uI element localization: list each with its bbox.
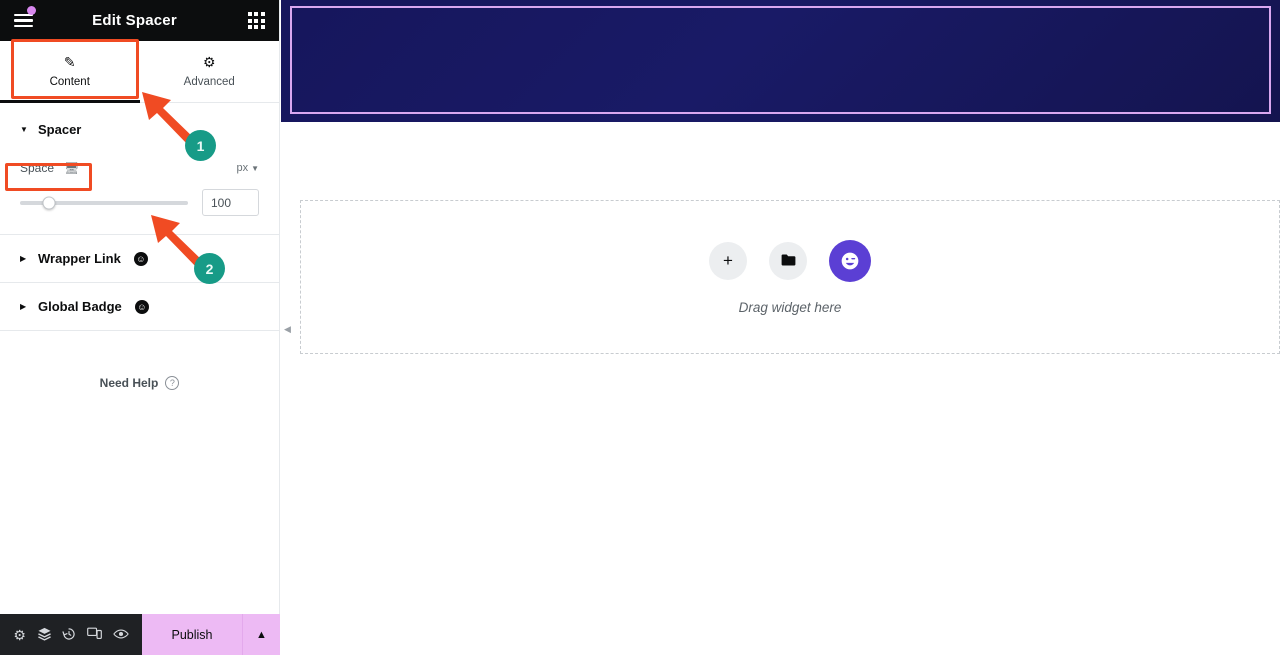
space-slider[interactable] xyxy=(20,196,188,209)
ai-face-icon xyxy=(841,252,859,269)
chevron-up-icon: ▲ xyxy=(256,628,267,641)
dropzone-label: Drag widget here xyxy=(738,299,842,315)
chevron-down-icon: ▼ xyxy=(251,163,259,173)
folder-templates-button[interactable] xyxy=(769,241,807,280)
page-title: Edit Spacer xyxy=(92,12,177,29)
panel-footer: ⚙ Publish ▲ xyxy=(0,614,280,655)
panel-tabs: ✎ Content ⚙ Advanced xyxy=(0,41,279,103)
space-label: Space xyxy=(20,161,55,175)
folder-icon xyxy=(781,254,795,266)
hamburger-menu-button[interactable] xyxy=(0,0,46,41)
section-header-wrapper-link[interactable]: ▶ Wrapper Link ☺ xyxy=(0,235,279,283)
gear-icon: ⚙ xyxy=(202,54,216,70)
question-mark-icon: ? xyxy=(165,376,180,390)
footer-icon-bar: ⚙ xyxy=(0,614,142,655)
unit-label: px xyxy=(236,162,249,174)
space-slider-row xyxy=(20,189,259,216)
tab-content[interactable]: ✎ Content xyxy=(0,41,140,103)
elementor-pro-badge-icon: ☺ xyxy=(133,251,148,266)
need-help-link[interactable]: Need Help ? xyxy=(0,376,279,390)
section-title-spacer: Spacer xyxy=(38,121,82,137)
chevron-down-icon: ▼ xyxy=(20,124,28,134)
spacer-controls: Space 🖥 px ▼ xyxy=(0,147,279,235)
slider-thumb[interactable] xyxy=(42,196,56,209)
chevron-right-icon: ▶ xyxy=(20,302,27,311)
add-widget-button[interactable]: + xyxy=(709,241,747,280)
panel-header: Edit Spacer xyxy=(0,0,279,41)
elementor-ai-button[interactable] xyxy=(829,239,871,282)
plus-icon: + xyxy=(723,251,733,270)
section-header-global-badge[interactable]: ▶ Global Badge ☺ xyxy=(0,283,279,331)
pencil-icon: ✎ xyxy=(63,54,76,70)
section-title-global-badge: Global Badge xyxy=(38,299,122,314)
dropzone-buttons: + xyxy=(709,239,871,282)
need-help-label: Need Help xyxy=(99,376,159,390)
responsive-mode-icon[interactable] xyxy=(87,627,102,642)
hamburger-menu-icon xyxy=(13,13,33,28)
section-header-spacer[interactable]: ▼ Spacer xyxy=(0,103,279,147)
editor-panel: Edit Spacer ✎ Content ⚙ Advanced ▼ Space… xyxy=(0,0,280,655)
publish-label: Publish xyxy=(171,627,213,642)
panel-collapse-button[interactable]: ◀ xyxy=(280,310,295,348)
publish-options-button[interactable]: ▲ xyxy=(242,614,280,655)
widgets-panel-button[interactable] xyxy=(233,0,279,41)
publish-button[interactable]: Publish xyxy=(142,614,242,655)
tab-advanced[interactable]: ⚙ Advanced xyxy=(139,41,279,102)
space-value-input[interactable] xyxy=(202,189,259,216)
hero-section[interactable] xyxy=(281,0,1280,122)
notification-dot xyxy=(27,6,36,15)
editor-canvas: + Drag widget here xyxy=(281,0,1280,655)
chevron-right-icon: ▶ xyxy=(20,254,27,263)
tab-content-label: Content xyxy=(49,76,90,88)
widgets-grid-icon xyxy=(247,12,265,29)
widget-dropzone[interactable]: + Drag widget here xyxy=(300,200,1280,354)
selected-element-outline xyxy=(290,6,1271,114)
space-control-labels: Space 🖥 px ▼ xyxy=(20,155,259,181)
navigator-layers-icon[interactable] xyxy=(37,627,52,643)
settings-icon[interactable]: ⚙ xyxy=(13,628,26,642)
chevron-left-icon: ◀ xyxy=(284,323,291,334)
elementor-editor: + Drag widget here Edit Spacer ✎ Content… xyxy=(0,0,1280,655)
section-title-wrapper-link: Wrapper Link xyxy=(38,251,121,266)
tab-advanced-label: Advanced xyxy=(183,76,235,88)
elementor-pro-badge-icon: ☺ xyxy=(134,299,149,314)
unit-selector[interactable]: px ▼ xyxy=(236,162,259,174)
desktop-icon[interactable]: 🖥 xyxy=(64,162,79,174)
history-icon[interactable] xyxy=(62,627,76,643)
preview-eye-icon[interactable] xyxy=(112,628,129,642)
